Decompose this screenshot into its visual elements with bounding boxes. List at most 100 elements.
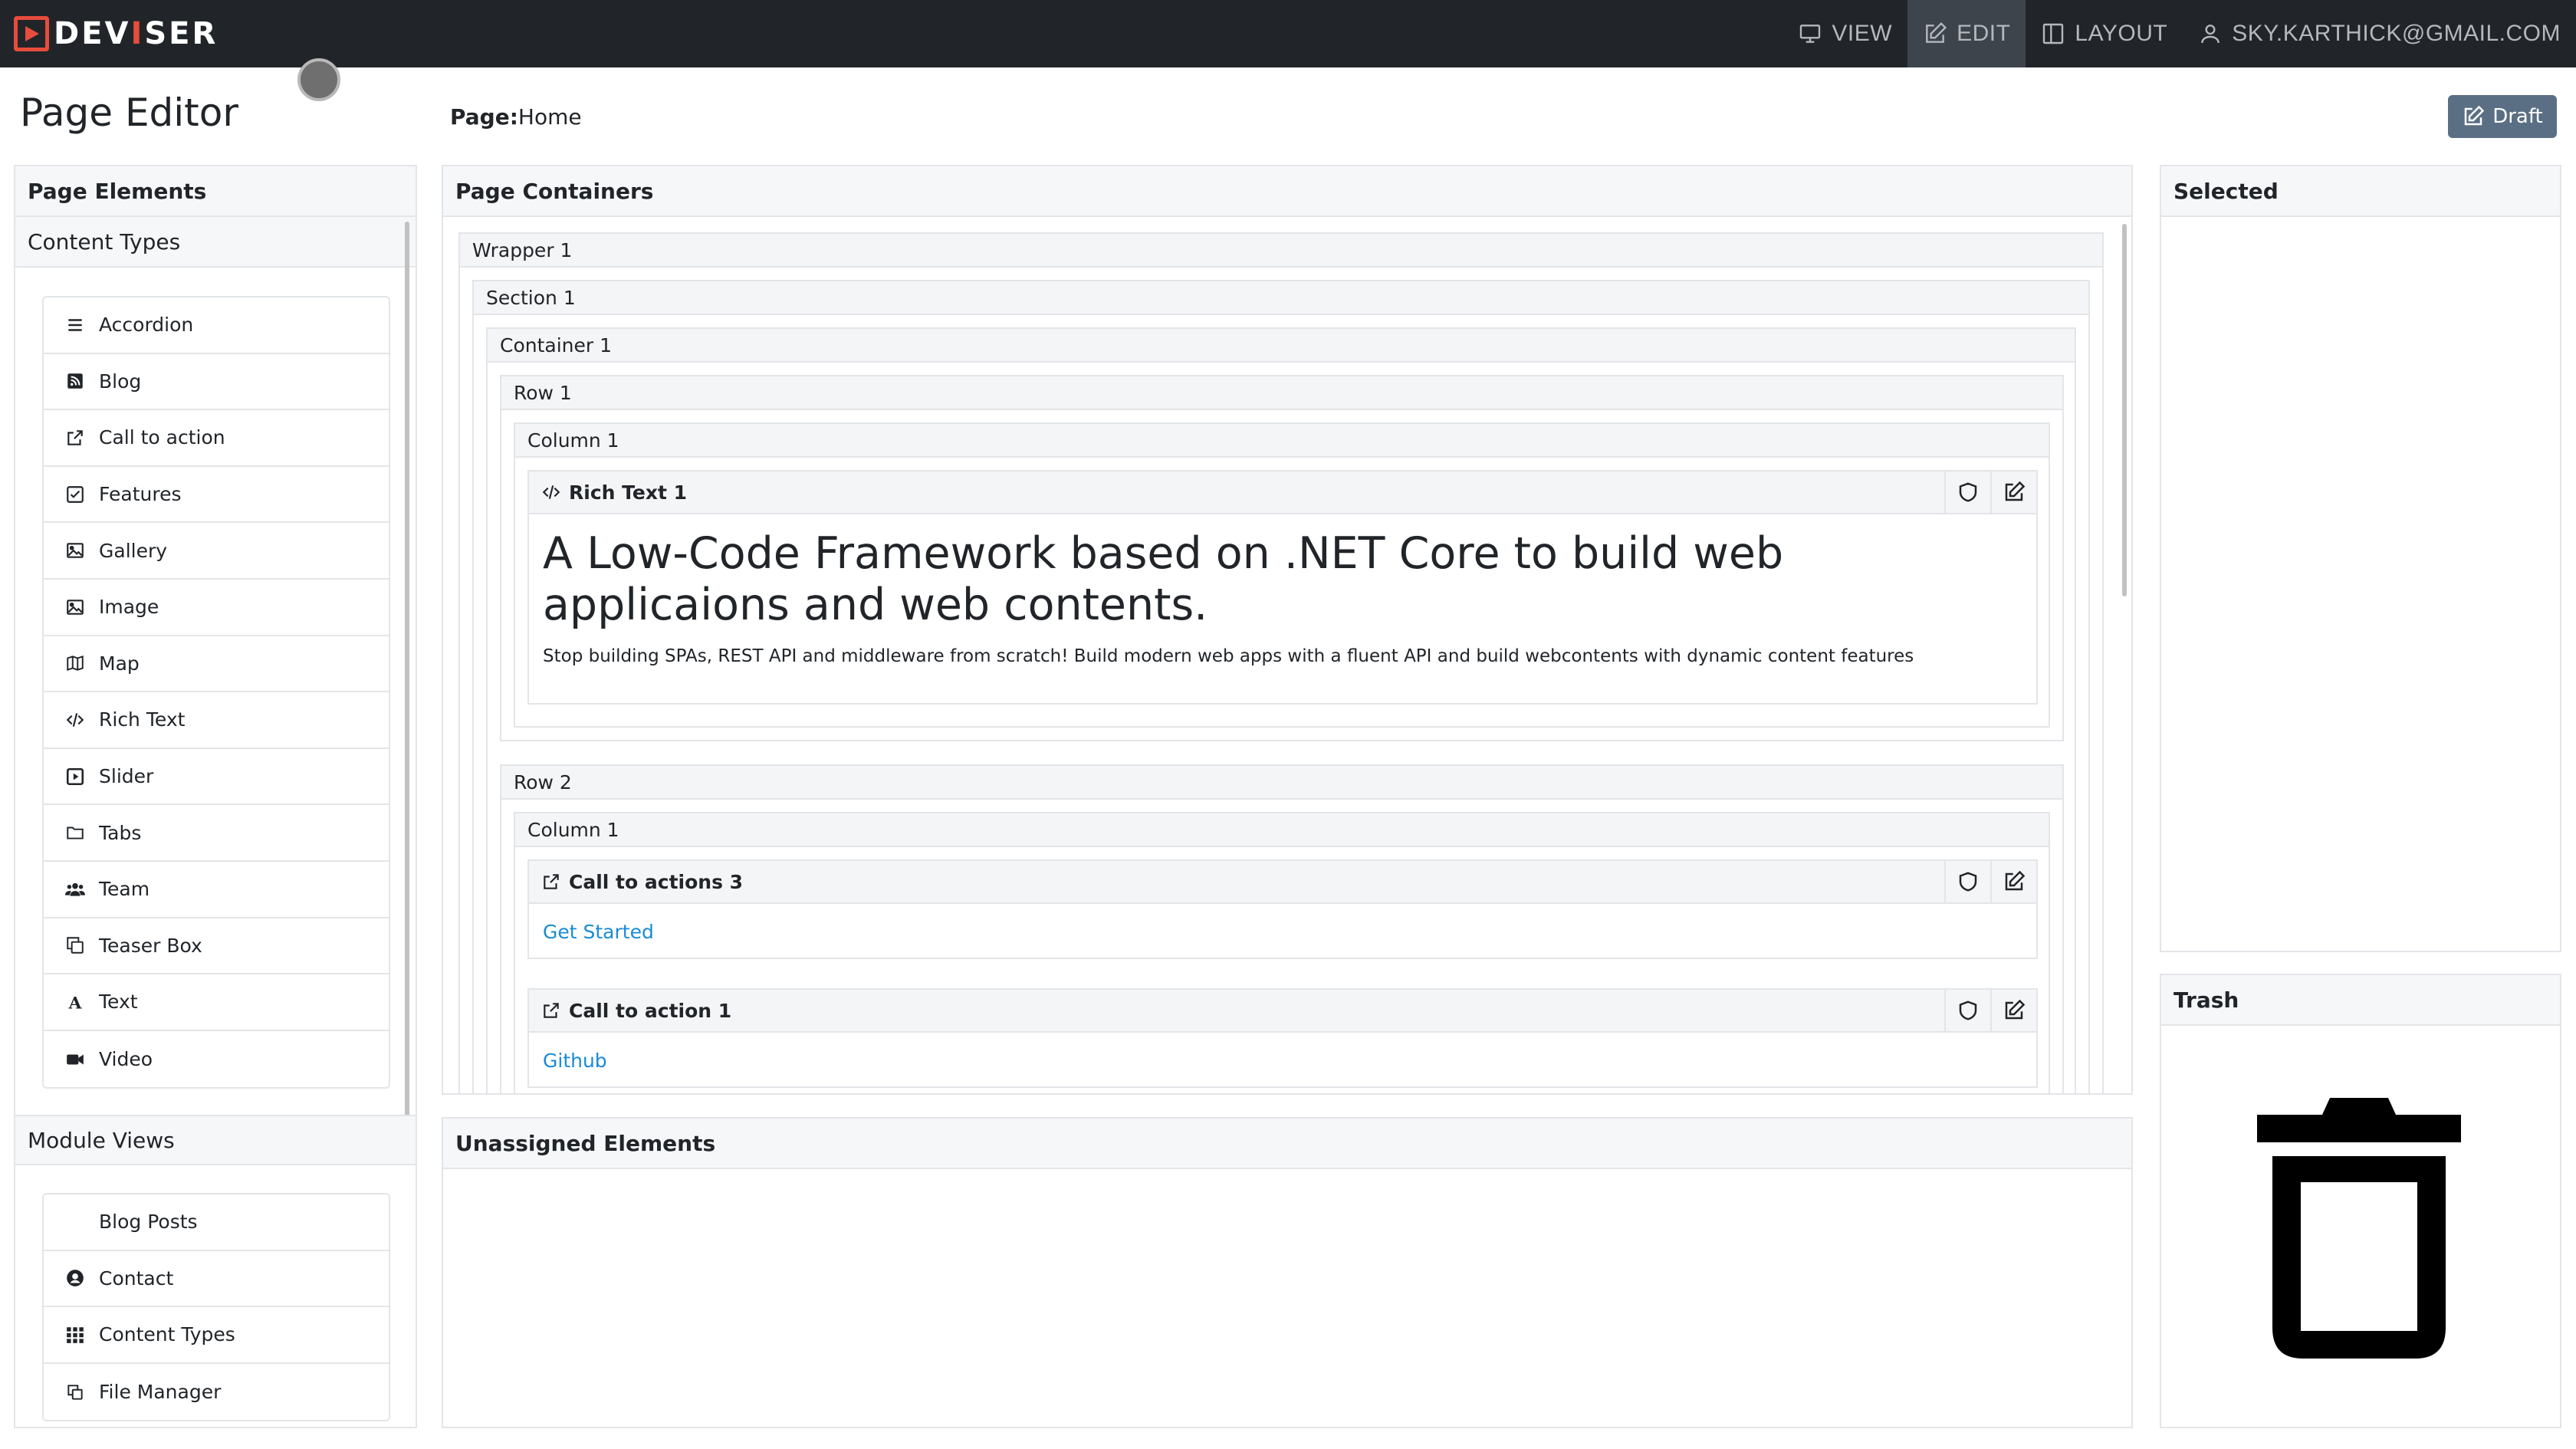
- content-type-item-label: Call to action: [99, 426, 225, 449]
- nav-view[interactable]: VIEW: [1783, 0, 1907, 67]
- content-type-item-label: Tabs: [99, 821, 142, 844]
- row-container[interactable]: Row 2 Column 1 Call to actions 3 Get Sta…: [500, 764, 2064, 1093]
- module-view-item-label: File Manager: [99, 1381, 222, 1404]
- content-type-item-team[interactable]: Team: [44, 862, 389, 918]
- wrapper-container[interactable]: Wrapper 1 Section 1 Container 1 Row 1 Co…: [458, 232, 2104, 1093]
- section-container[interactable]: Section 1 Container 1 Row 1 Column 1 Ric…: [472, 280, 2090, 1093]
- trash-icon: [2257, 1098, 2461, 1359]
- video-camera-icon: [65, 1050, 85, 1070]
- selected-panel[interactable]: Selected: [2160, 165, 2561, 952]
- map-icon: [65, 653, 85, 673]
- module-view-item-content-types[interactable]: Content Types: [44, 1307, 389, 1364]
- content-type-item-label: Accordion: [99, 314, 194, 337]
- module-view-item-contact[interactable]: Contact: [44, 1251, 389, 1308]
- cta-module-title: Call to actions 3: [569, 870, 744, 893]
- content-type-item-label: Blog: [99, 370, 142, 393]
- shield-icon: [1959, 482, 1977, 502]
- module-views-title: Module Views: [15, 1115, 416, 1165]
- user-icon: [2201, 25, 2220, 44]
- content-type-item-tabs[interactable]: Tabs: [44, 805, 389, 862]
- draft-button-label: Draft: [2492, 105, 2543, 128]
- edit-module-button[interactable]: [1990, 861, 2036, 902]
- content-type-item-call-to-action[interactable]: Call to action: [44, 410, 389, 467]
- edit-module-button[interactable]: [1990, 990, 2036, 1031]
- trash-panel[interactable]: Trash: [2160, 974, 2561, 1428]
- rich-text-description: Stop building SPAs, REST API and middlew…: [543, 646, 1914, 666]
- wrapper-label: Wrapper 1: [460, 234, 2102, 268]
- content-type-item-label: Image: [99, 596, 159, 619]
- content-type-item-label: Slider: [99, 765, 154, 788]
- content-type-item-accordion[interactable]: Accordion: [44, 297, 389, 354]
- content-type-item-video[interactable]: Video: [44, 1031, 389, 1088]
- row-label: Row 1: [501, 376, 2062, 410]
- nav-layout-label: LAYOUT: [2075, 21, 2168, 46]
- module-view-item-blog-posts[interactable]: Blog Posts: [44, 1194, 389, 1251]
- row-container[interactable]: Row 1 Column 1 Rich Text 1 A Low-Code Fr…: [500, 375, 2064, 741]
- column-container[interactable]: Column 1 Call to actions 3 Get Started C…: [514, 812, 2050, 1093]
- content-type-item-label: Video: [99, 1048, 153, 1071]
- module-views-list: Blog Posts Contact Content Types File Manag…: [42, 1193, 390, 1422]
- external-link-icon: [544, 1003, 559, 1018]
- trash-title: Trash: [2161, 975, 2560, 1026]
- content-type-item-rich-text[interactable]: Rich Text: [44, 692, 389, 749]
- edit-icon: [2005, 870, 2026, 891]
- content-type-item-slider[interactable]: Slider: [44, 749, 389, 806]
- code-icon: [65, 710, 85, 730]
- container-label: Container 1: [488, 329, 2075, 363]
- unassigned-elements-title: Unassigned Elements: [443, 1119, 2131, 1169]
- copy-icon: [65, 1382, 85, 1402]
- content-type-item-map[interactable]: Map: [44, 636, 389, 693]
- content-type-item-features[interactable]: Features: [44, 467, 389, 524]
- blank-icon: [65, 1212, 85, 1232]
- github-link[interactable]: Github: [543, 1050, 607, 1072]
- check-square-icon: [65, 485, 85, 504]
- content-type-item-teaser-box[interactable]: Teaser Box: [44, 918, 389, 975]
- call-to-action-module[interactable]: Call to action 1 Github: [527, 988, 2038, 1088]
- image-icon: [65, 540, 85, 560]
- module-view-item-label: Blog Posts: [99, 1211, 198, 1234]
- current-page-label: Page:Home: [450, 104, 582, 130]
- page-containers-scrollbar[interactable]: [2122, 224, 2127, 596]
- container-container[interactable]: Container 1 Row 1 Column 1 Rich Text 1 A…: [486, 327, 2076, 1093]
- brand-logo[interactable]: DEVISER: [14, 15, 218, 52]
- page-elements-title: Page Elements: [15, 166, 416, 217]
- deviser-logo-icon: [14, 16, 49, 51]
- grid-icon: [65, 1325, 85, 1345]
- call-to-action-module[interactable]: Call to actions 3 Get Started: [527, 859, 2038, 959]
- draft-button[interactable]: Draft: [2448, 95, 2557, 138]
- content-type-item-image[interactable]: Image: [44, 580, 389, 636]
- nav-edit-label: EDIT: [1957, 21, 2011, 46]
- column-label: Column 1: [515, 424, 2049, 458]
- user-circle-icon: [65, 1268, 85, 1288]
- nav-user[interactable]: SKY.KARTHICK@GMAIL.COM: [2183, 0, 2576, 67]
- permissions-button[interactable]: [1944, 861, 1990, 902]
- code-icon: [542, 485, 560, 499]
- svg-text:A: A: [68, 994, 83, 1012]
- edit-module-button[interactable]: [1990, 472, 2036, 513]
- unassigned-elements-panel[interactable]: Unassigned Elements: [442, 1117, 2133, 1428]
- permissions-button[interactable]: [1944, 472, 1990, 513]
- page-containers-title: Page Containers: [443, 166, 2131, 217]
- content-type-item-text[interactable]: A Text: [44, 974, 389, 1031]
- module-view-item-file-manager[interactable]: File Manager: [44, 1364, 389, 1421]
- section-label: Section 1: [474, 281, 2088, 315]
- permissions-button[interactable]: [1944, 990, 1990, 1031]
- top-navbar: DEVISER VIEW EDIT LAYOUT SKY.KARTHICK@GM…: [0, 0, 2576, 67]
- nav-edit[interactable]: EDIT: [1907, 0, 2026, 67]
- loading-spinner: [297, 58, 340, 101]
- external-link-icon: [65, 428, 85, 448]
- play-square-icon: [65, 767, 85, 787]
- edit-icon: [2464, 105, 2485, 126]
- content-types-title: Content Types: [15, 217, 416, 268]
- nav-layout[interactable]: LAYOUT: [2026, 0, 2183, 67]
- content-type-item-gallery[interactable]: Gallery: [44, 523, 389, 580]
- get-started-link[interactable]: Get Started: [543, 921, 654, 943]
- rich-text-module-header: Rich Text 1: [529, 472, 2036, 514]
- page-elements-scrollbar[interactable]: [405, 222, 409, 1130]
- clone-icon: [65, 935, 85, 955]
- rich-text-module[interactable]: Rich Text 1 A Low-Code Framework based o…: [527, 470, 2038, 705]
- content-type-item-blog[interactable]: Blog: [44, 354, 389, 411]
- content-type-item-label: Text: [99, 991, 138, 1014]
- column-container[interactable]: Column 1 Rich Text 1 A Low-Code Framewor…: [514, 422, 2050, 728]
- nav-view-label: VIEW: [1832, 21, 1893, 46]
